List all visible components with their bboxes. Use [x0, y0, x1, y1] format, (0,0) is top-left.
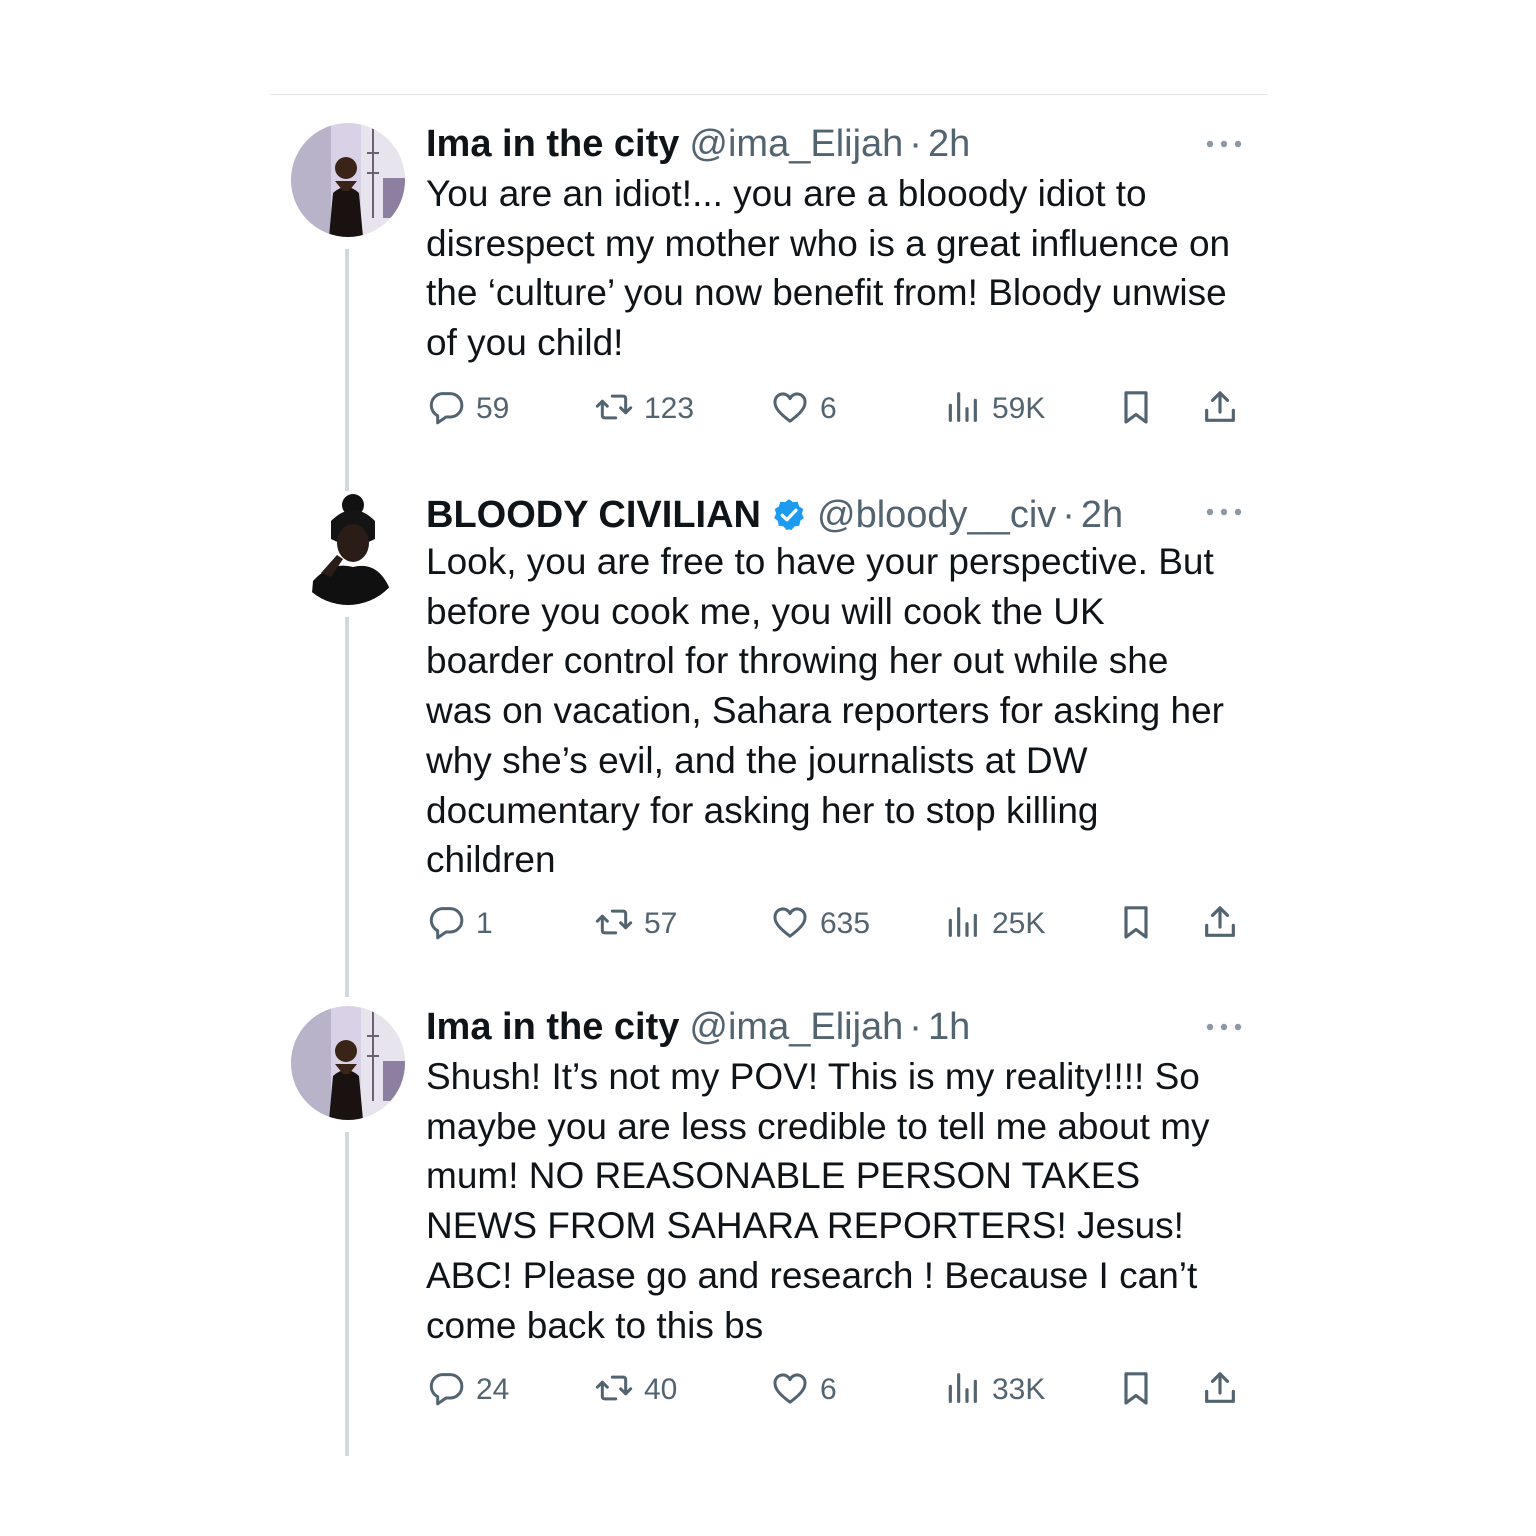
- user-handle[interactable]: @ima_Elijah: [689, 123, 903, 166]
- reply-icon: [426, 1368, 466, 1413]
- like-count: 6: [820, 1373, 837, 1406]
- separator-dot: ·: [1062, 494, 1075, 536]
- display-name[interactable]: Ima in the city: [426, 123, 679, 166]
- tweet-text: Look, you are free to have your perspect…: [426, 541, 1224, 881]
- views-count: 25K: [992, 907, 1046, 940]
- bookmark-button[interactable]: [1116, 1366, 1156, 1414]
- separator-dot: ·: [909, 1006, 922, 1048]
- like-button[interactable]: 6: [770, 385, 837, 433]
- tweet-text: You are an idiot!... you are a blooody i…: [426, 173, 1231, 364]
- reply-icon: [426, 902, 466, 947]
- bookmark-icon: [1116, 902, 1156, 947]
- verified-badge-icon: [771, 497, 807, 533]
- tweet-actions: 24 40 6 33K: [426, 1366, 1246, 1414]
- bookmark-button[interactable]: [1116, 385, 1156, 433]
- views-button[interactable]: 33K: [942, 1366, 1045, 1414]
- avatar[interactable]: [291, 1006, 405, 1120]
- timestamp[interactable]: 2h: [928, 123, 970, 166]
- timestamp[interactable]: 2h: [1081, 494, 1123, 537]
- display-name[interactable]: BLOODY CIVILIAN: [426, 494, 761, 537]
- reply-button[interactable]: 24: [426, 1366, 509, 1414]
- tweet-actions: 59 123 6 59K: [426, 385, 1246, 433]
- reply-count: 59: [476, 392, 510, 425]
- share-icon: [1200, 1368, 1240, 1413]
- views-icon: [942, 387, 982, 432]
- thread-line: [345, 617, 349, 997]
- like-button[interactable]: 635: [770, 900, 870, 948]
- views-button[interactable]: 59K: [942, 385, 1045, 433]
- tweet-actions: 1 57 635 25K: [426, 900, 1246, 948]
- tweet-header: Ima in the city @ima_Elijah · 2h: [426, 123, 970, 167]
- thread-line: [345, 1132, 349, 1456]
- repost-button[interactable]: 123: [594, 385, 694, 433]
- share-icon: [1200, 387, 1240, 432]
- share-button[interactable]: [1200, 900, 1240, 948]
- avatar[interactable]: [291, 491, 405, 605]
- reply-button[interactable]: 1: [426, 900, 493, 948]
- tweet-text: Shush! It’s not my POV! This is my reali…: [426, 1056, 1210, 1346]
- views-button[interactable]: 25K: [942, 900, 1045, 948]
- like-count: 635: [820, 907, 871, 940]
- views-icon: [942, 1368, 982, 1413]
- views-icon: [942, 902, 982, 947]
- repost-button[interactable]: 57: [594, 900, 677, 948]
- timestamp[interactable]: 1h: [928, 1006, 970, 1049]
- views-count: 33K: [992, 1373, 1046, 1406]
- more-icon[interactable]: [1204, 1020, 1244, 1032]
- like-icon: [770, 1368, 810, 1413]
- more-icon[interactable]: [1204, 505, 1244, 517]
- share-icon: [1200, 902, 1240, 947]
- separator-dot: ·: [909, 123, 922, 165]
- repost-icon: [594, 902, 634, 947]
- like-button[interactable]: 6: [770, 1366, 837, 1414]
- more-icon[interactable]: [1204, 137, 1244, 149]
- share-button[interactable]: [1200, 385, 1240, 433]
- avatar[interactable]: [291, 123, 405, 237]
- display-name[interactable]: Ima in the city: [426, 1006, 679, 1049]
- repost-icon: [594, 1368, 634, 1413]
- repost-button[interactable]: 40: [594, 1366, 677, 1414]
- repost-count: 123: [644, 392, 695, 425]
- views-count: 59K: [992, 392, 1046, 425]
- reply-button[interactable]: 59: [426, 385, 509, 433]
- bookmark-button[interactable]: [1116, 900, 1156, 948]
- share-button[interactable]: [1200, 1366, 1240, 1414]
- reply-count: 1: [476, 907, 493, 940]
- top-divider: [270, 94, 1268, 95]
- tweet-header: BLOODY CIVILIAN @bloody__civ · 2h: [426, 491, 1123, 537]
- user-handle[interactable]: @bloody__civ: [817, 494, 1056, 537]
- like-icon: [770, 902, 810, 947]
- bookmark-icon: [1116, 1368, 1156, 1413]
- repost-icon: [594, 387, 634, 432]
- like-icon: [770, 387, 810, 432]
- reply-icon: [426, 387, 466, 432]
- reply-count: 24: [476, 1373, 510, 1406]
- like-count: 6: [820, 392, 837, 425]
- tweet-header: Ima in the city @ima_Elijah · 1h: [426, 1006, 970, 1050]
- repost-count: 40: [644, 1373, 678, 1406]
- repost-count: 57: [644, 907, 678, 940]
- bookmark-icon: [1116, 387, 1156, 432]
- user-handle[interactable]: @ima_Elijah: [689, 1006, 903, 1049]
